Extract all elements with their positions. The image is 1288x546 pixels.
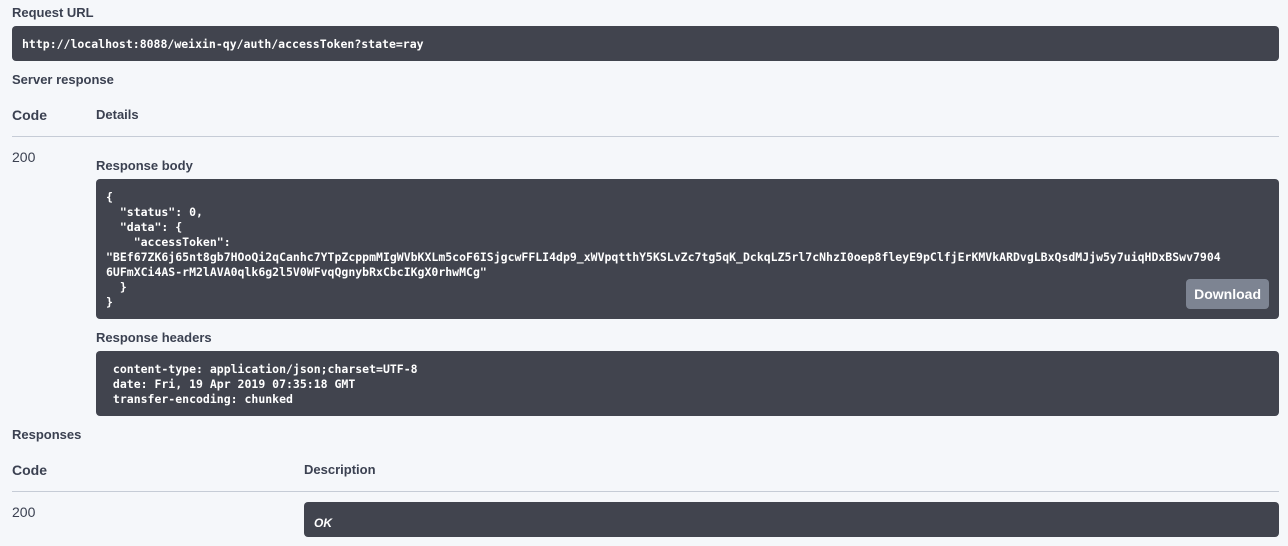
response-body-line: "accessToken": [106,235,238,249]
header-divider [12,136,1279,137]
response-body-line: "status": 0, [106,205,203,219]
response-body-line: } [106,280,127,294]
response-body-code: { "status": 0, "data": { "accessToken": … [106,190,1269,310]
response-headers-label: Response headers [96,330,212,345]
server-response-label: Server response [12,72,114,87]
responses-description-box: OK [304,502,1279,537]
download-button[interactable]: Download [1186,279,1269,309]
responses-label: Responses [12,427,82,442]
response-body-line: { [106,190,113,204]
response-headers-box[interactable]: content-type: application/json;charset=U… [96,351,1279,416]
responses-code-header: Code [12,462,47,478]
request-url-label: Request URL [12,5,94,20]
response-header-line: content-type: application/json;charset=U… [106,362,418,376]
responses-status-code: 200 [12,504,36,520]
response-header-line: transfer-encoding: chunked [106,392,293,406]
swagger-response-panel: Request URL http://localhost:8088/weixin… [0,0,1288,546]
response-body-label: Response body [96,158,193,173]
response-headers-code: content-type: application/json;charset=U… [106,362,1269,407]
details-column-header: Details [96,107,139,122]
response-status-code: 200 [12,149,36,165]
responses-description-text: OK [314,516,332,530]
response-body-box[interactable]: { "status": 0, "data": { "accessToken": … [96,179,1279,319]
code-column-header: Code [12,107,47,123]
response-body-line: } [106,295,113,309]
responses-description-header: Description [304,462,376,477]
response-body-line: "BEf67ZK6j65nt8gb7HOoQi2qCanhc7YTpZcppmM… [106,250,1221,264]
responses-divider [12,491,1279,492]
response-body-line: "data": { [106,220,183,234]
response-body-line: 6UFmXCi4AS-rM2lAVA0qlk6g2l5V0WFvqQgnybRx… [106,265,487,279]
response-header-line: date: Fri, 19 Apr 2019 07:35:18 GMT [106,377,356,391]
request-url-box[interactable]: http://localhost:8088/weixin-qy/auth/acc… [12,26,1279,61]
request-url-text: http://localhost:8088/weixin-qy/auth/acc… [22,37,424,51]
